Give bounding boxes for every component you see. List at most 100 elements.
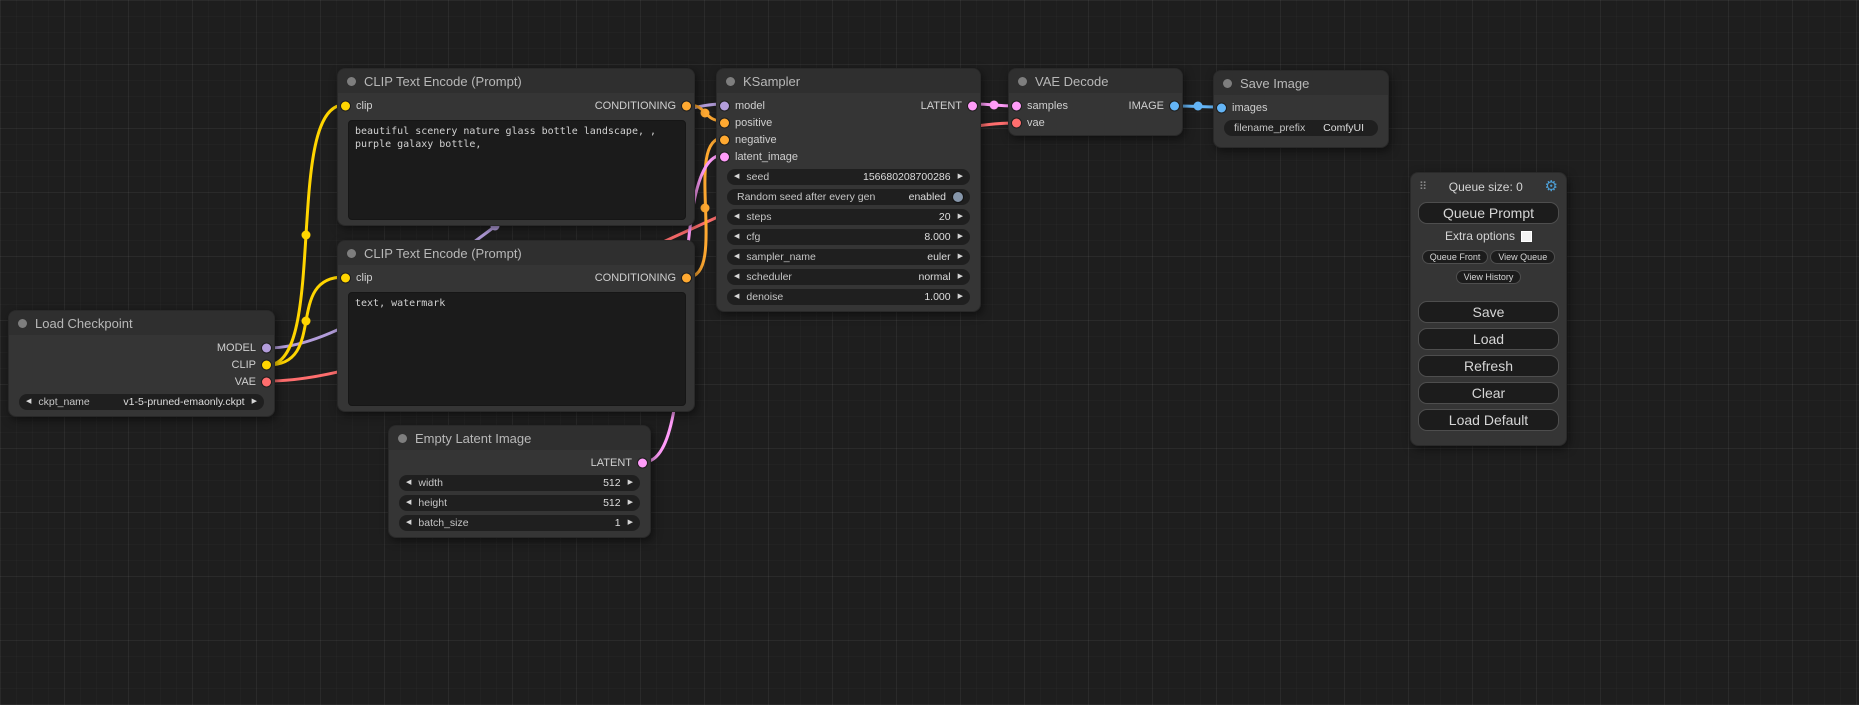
- widget-value: normal: [919, 271, 951, 283]
- vae-output-label: VAE: [235, 376, 256, 388]
- increase-arrow-icon[interactable]: ▶: [958, 289, 963, 305]
- node-status-dot-icon: [347, 77, 356, 86]
- cfg-widget[interactable]: ◀ cfg 8.000 ▶: [727, 229, 970, 245]
- node-titlebar[interactable]: CLIP Text Encode (Prompt): [338, 69, 694, 93]
- queue-prompt-button[interactable]: Queue Prompt: [1418, 202, 1559, 224]
- link-midpoint-dot: [701, 204, 710, 213]
- node-status-dot-icon: [398, 434, 407, 443]
- decrease-arrow-icon[interactable]: ◀: [26, 394, 31, 410]
- decrease-arrow-icon[interactable]: ◀: [734, 249, 739, 265]
- increase-arrow-icon[interactable]: ▶: [958, 209, 963, 225]
- link-midpoint-dot: [701, 109, 710, 118]
- decrease-arrow-icon[interactable]: ◀: [734, 209, 739, 225]
- increase-arrow-icon[interactable]: ▶: [958, 269, 963, 285]
- positive-prompt-textarea[interactable]: beautiful scenery nature glass bottle la…: [348, 120, 686, 220]
- width-widget[interactable]: ◀ width 512 ▶: [399, 475, 640, 491]
- clear-button[interactable]: Clear: [1418, 382, 1559, 404]
- node-status-dot-icon: [1018, 77, 1027, 86]
- refresh-button[interactable]: Refresh: [1418, 355, 1559, 377]
- widget-value: euler: [927, 251, 950, 263]
- node-vae-decode[interactable]: VAE Decode samples IMAGE vae: [1008, 68, 1183, 136]
- decrease-arrow-icon[interactable]: ◀: [734, 169, 739, 185]
- increase-arrow-icon[interactable]: ▶: [628, 495, 633, 511]
- view-history-button[interactable]: View History: [1456, 270, 1522, 284]
- node-empty-latent-image[interactable]: Empty Latent Image LATENT ◀ width 512 ▶ …: [388, 425, 651, 538]
- image-output-port[interactable]: [1170, 101, 1179, 110]
- conditioning-output-port[interactable]: [682, 273, 691, 282]
- images-input-port[interactable]: [1217, 103, 1226, 112]
- conditioning-output-label: CONDITIONING: [595, 100, 676, 112]
- node-titlebar[interactable]: Load Checkpoint: [9, 311, 274, 335]
- samples-input-port[interactable]: [1012, 101, 1021, 110]
- node-load-checkpoint[interactable]: Load Checkpoint MODEL CLIP VAE ◀ ckpt_na…: [8, 310, 275, 417]
- queue-front-button[interactable]: Queue Front: [1422, 250, 1489, 264]
- node-clip-text-encode-positive[interactable]: CLIP Text Encode (Prompt) clip CONDITION…: [337, 68, 695, 226]
- negative-prompt-textarea[interactable]: text, watermark: [348, 292, 686, 406]
- filename-prefix-widget[interactable]: filename_prefix ComfyUI: [1224, 120, 1378, 136]
- queue-size-label: Queue size: 0: [1427, 180, 1544, 194]
- conditioning-output-label: CONDITIONING: [595, 272, 676, 284]
- ckpt-name-widget[interactable]: ◀ ckpt_name v1-5-pruned-emaonly.ckpt ▶: [19, 394, 264, 410]
- vae-output-port[interactable]: [262, 377, 271, 386]
- menu-drag-handle-icon[interactable]: ⠿: [1419, 180, 1427, 193]
- images-input-label: images: [1232, 102, 1267, 114]
- latent-image-input-port[interactable]: [720, 152, 729, 161]
- height-widget[interactable]: ◀ height 512 ▶: [399, 495, 640, 511]
- increase-arrow-icon[interactable]: ▶: [958, 169, 963, 185]
- batch-size-widget[interactable]: ◀ batch_size 1 ▶: [399, 515, 640, 531]
- widget-name: Random seed after every gen: [737, 191, 875, 203]
- decrease-arrow-icon[interactable]: ◀: [734, 289, 739, 305]
- latent-image-input-label: latent_image: [735, 151, 798, 163]
- seed-widget[interactable]: ◀ seed 156680208700286 ▶: [727, 169, 970, 185]
- settings-gear-icon[interactable]: ⚙: [1545, 179, 1558, 194]
- increase-arrow-icon[interactable]: ▶: [958, 229, 963, 245]
- clip-input-port[interactable]: [341, 273, 350, 282]
- comfy-menu[interactable]: ⠿ Queue size: 0 ⚙ Queue Prompt Extra opt…: [1410, 172, 1567, 446]
- clip-output-port[interactable]: [262, 360, 271, 369]
- node-titlebar[interactable]: KSampler: [717, 69, 980, 93]
- increase-arrow-icon[interactable]: ▶: [958, 249, 963, 265]
- load-default-button[interactable]: Load Default: [1418, 409, 1559, 431]
- latent-output-port[interactable]: [968, 101, 977, 110]
- decrease-arrow-icon[interactable]: ◀: [734, 229, 739, 245]
- vae-input-port[interactable]: [1012, 118, 1021, 127]
- node-status-dot-icon: [18, 319, 27, 328]
- extra-options-checkbox[interactable]: [1521, 231, 1532, 242]
- view-queue-button[interactable]: View Queue: [1490, 250, 1555, 264]
- node-titlebar[interactable]: VAE Decode: [1009, 69, 1182, 93]
- widget-name: denoise: [746, 291, 783, 303]
- node-titlebar[interactable]: Empty Latent Image: [389, 426, 650, 450]
- decrease-arrow-icon[interactable]: ◀: [406, 475, 411, 491]
- clip-input-port[interactable]: [341, 101, 350, 110]
- denoise-widget[interactable]: ◀ denoise 1.000 ▶: [727, 289, 970, 305]
- negative-input-port[interactable]: [720, 135, 729, 144]
- node-titlebar[interactable]: Save Image: [1214, 71, 1388, 95]
- link-midpoint-dot: [990, 101, 999, 110]
- random-seed-toggle-widget[interactable]: Random seed after every gen enabled: [727, 189, 970, 205]
- widget-name: filename_prefix: [1234, 122, 1305, 134]
- decrease-arrow-icon[interactable]: ◀: [406, 515, 411, 531]
- widget-name: width: [418, 477, 443, 489]
- scheduler-widget[interactable]: ◀ scheduler normal ▶: [727, 269, 970, 285]
- latent-output-port[interactable]: [638, 458, 647, 467]
- sampler-name-widget[interactable]: ◀ sampler_name euler ▶: [727, 249, 970, 265]
- node-titlebar[interactable]: CLIP Text Encode (Prompt): [338, 241, 694, 265]
- conditioning-output-port[interactable]: [682, 101, 691, 110]
- increase-arrow-icon[interactable]: ▶: [628, 515, 633, 531]
- clip-input-label: clip: [356, 272, 373, 284]
- model-input-port[interactable]: [720, 101, 729, 110]
- node-clip-text-encode-negative[interactable]: CLIP Text Encode (Prompt) clip CONDITION…: [337, 240, 695, 412]
- increase-arrow-icon[interactable]: ▶: [252, 394, 257, 410]
- positive-input-port[interactable]: [720, 118, 729, 127]
- steps-widget[interactable]: ◀ steps 20 ▶: [727, 209, 970, 225]
- node-ksampler[interactable]: KSampler model LATENT positive negative …: [716, 68, 981, 312]
- increase-arrow-icon[interactable]: ▶: [628, 475, 633, 491]
- load-button[interactable]: Load: [1418, 328, 1559, 350]
- decrease-arrow-icon[interactable]: ◀: [734, 269, 739, 285]
- model-output-port[interactable]: [262, 343, 271, 352]
- node-save-image[interactable]: Save Image images filename_prefix ComfyU…: [1213, 70, 1389, 148]
- samples-input-label: samples: [1027, 100, 1068, 112]
- decrease-arrow-icon[interactable]: ◀: [406, 495, 411, 511]
- toggle-indicator-icon[interactable]: [953, 192, 963, 202]
- save-button[interactable]: Save: [1418, 301, 1559, 323]
